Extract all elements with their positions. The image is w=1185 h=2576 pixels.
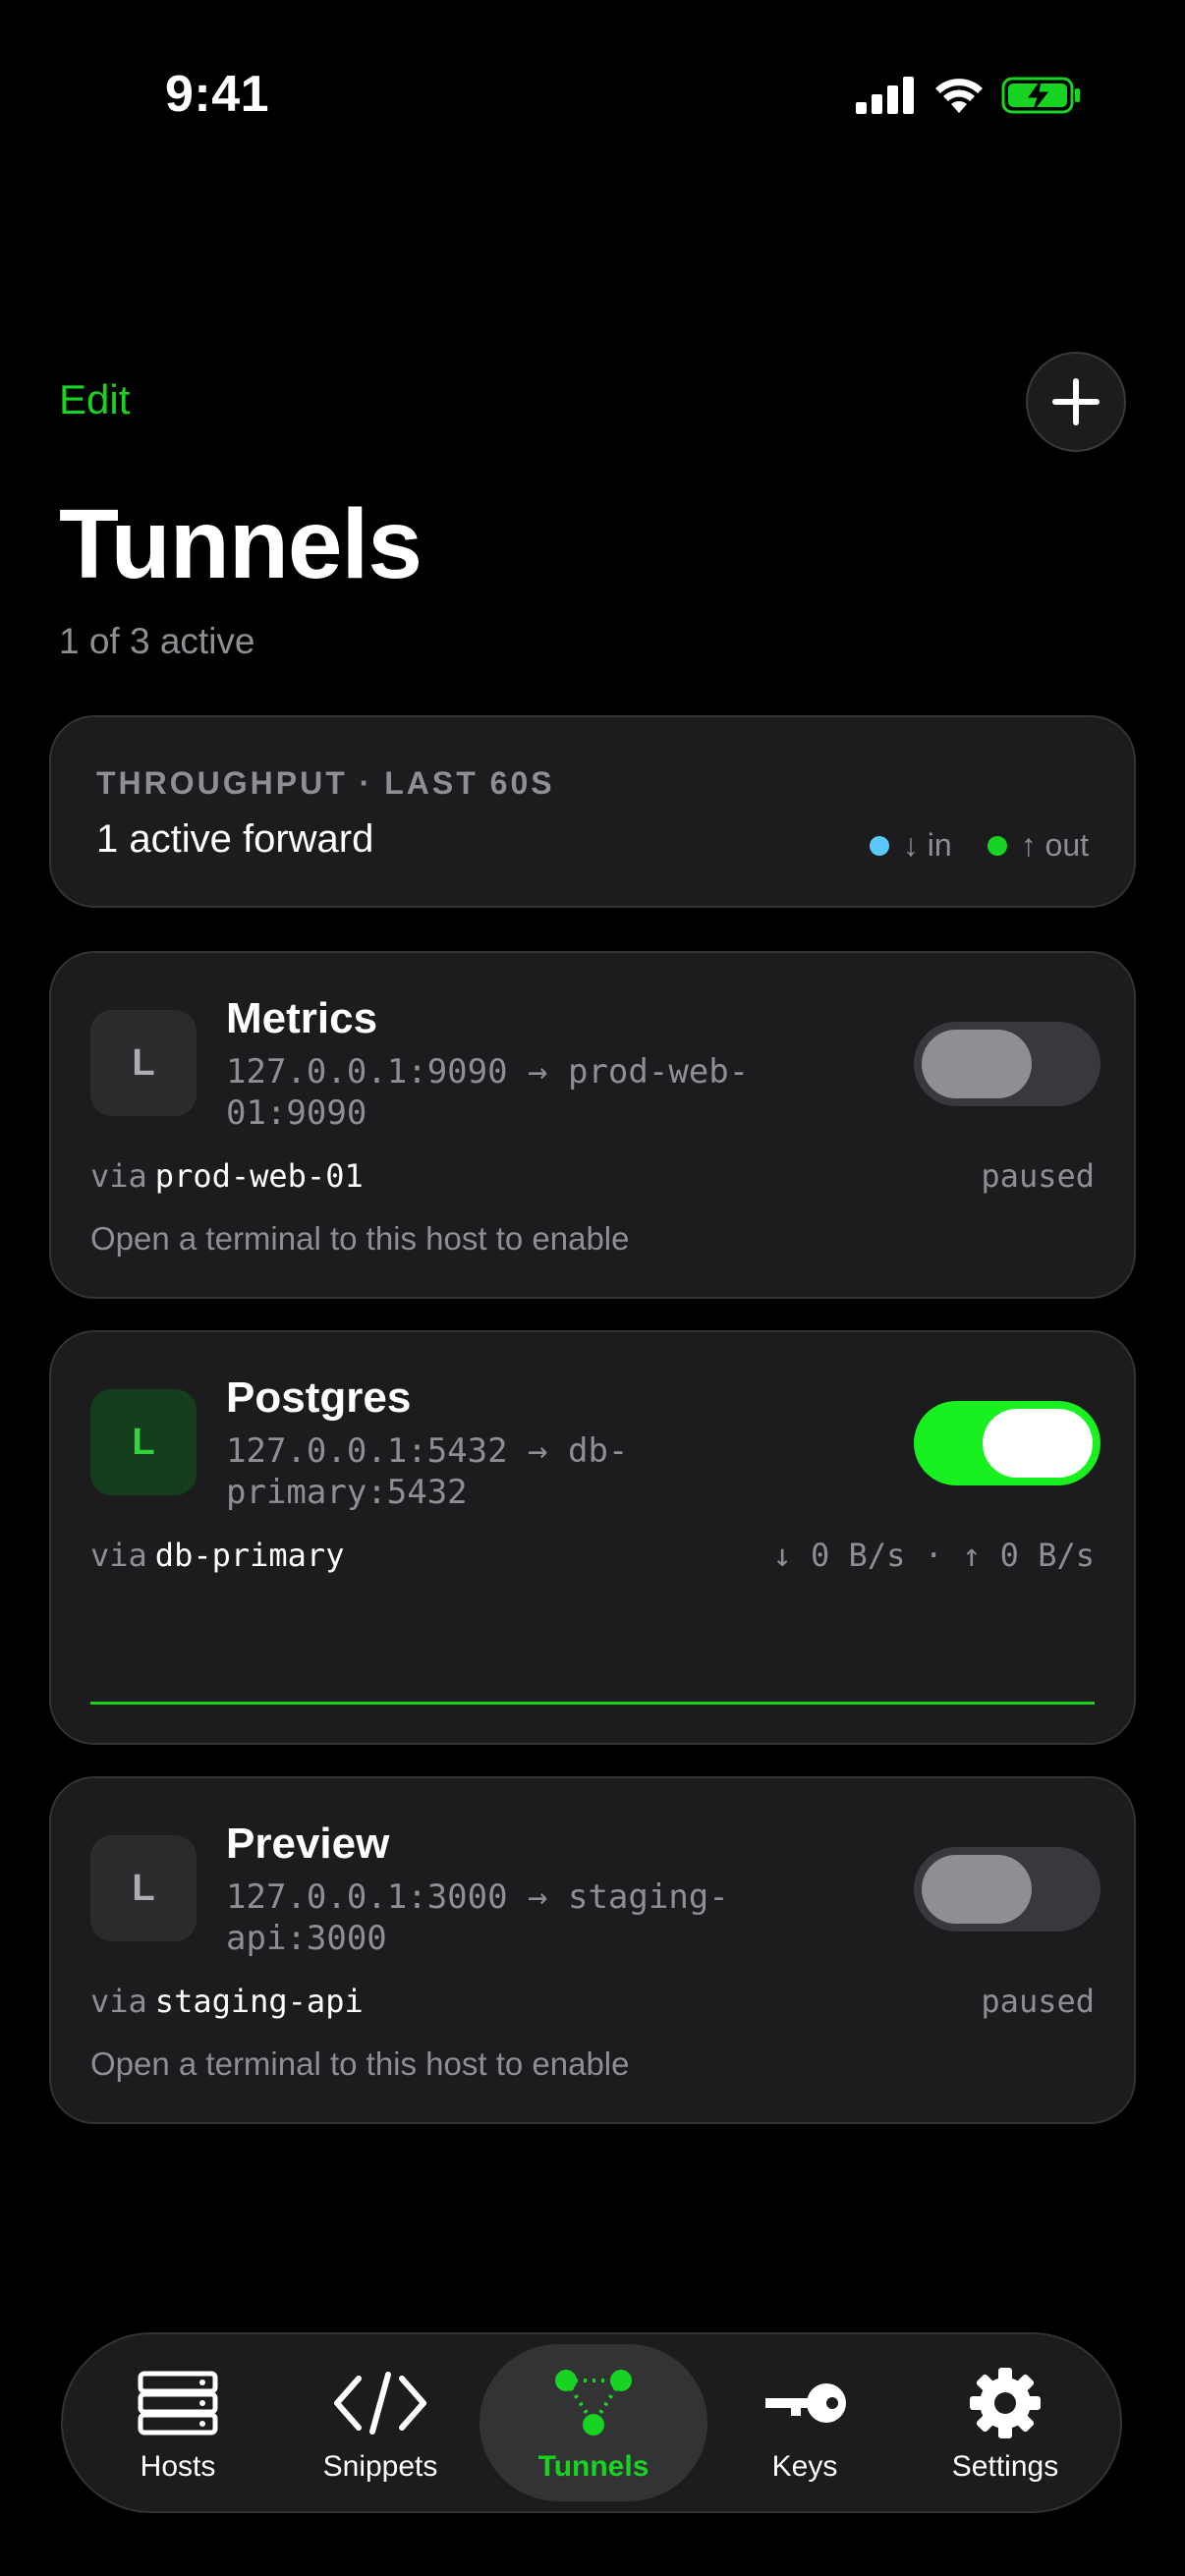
tunnel-card-preview[interactable]: L Preview 127.0.0.1:3000 → staging-api:3… [49,1776,1136,2124]
tab-hosts[interactable]: Hosts [77,2344,279,2501]
cellular-signal-icon [856,77,914,114]
tunnel-network-icon [555,2370,632,2436]
tab-label: Hosts [140,2450,216,2483]
toggle-knob [922,1855,1032,1924]
tunnel-name: Postgres [226,1373,412,1422]
legend-in-dot [869,835,889,856]
tunnel-toggle-metrics[interactable] [914,1022,1100,1106]
tab-label: Snippets [322,2450,438,2483]
gear-icon [970,2368,1041,2438]
tunnel-status: paused [981,1157,1095,1195]
toggle-knob [983,1409,1093,1478]
server-icon [138,2371,218,2436]
legend-in: ↓ in [869,827,952,864]
wifi-icon [935,79,983,113]
tunnel-status: paused [981,1983,1095,2020]
throughput-card: THROUGHPUT · LAST 60S 1 active forward ↓… [49,715,1136,908]
legend-out-dot [987,835,1007,856]
key-icon [765,2383,846,2423]
tab-tunnels[interactable]: Tunnels [480,2344,707,2501]
code-icon [334,2372,426,2435]
tunnel-type-badge: L [90,1835,197,1941]
tunnel-route: 127.0.0.1:9090 → prod-web-01:9090 [226,1052,750,1133]
tunnel-name: Preview [226,1820,390,1868]
throughput-sparkline [90,1702,1095,1705]
tunnel-route: 127.0.0.1:5432 → db-primary:5432 [226,1431,629,1512]
battery-charging-icon [1001,77,1080,114]
page-subtitle: 1 of 3 active [59,621,255,661]
tunnel-via: via prod-web-01 [90,1157,364,1195]
tab-label: Keys [771,2450,838,2483]
status-icons [856,71,1082,120]
via-label: via [90,1537,147,1574]
tunnel-via: via db-primary [90,1537,344,1574]
tab-label: Tunnels [537,2450,649,2483]
via-label: via [90,1983,147,2020]
tunnel-card-postgres[interactable]: L Postgres 127.0.0.1:5432 → db-primary:5… [49,1330,1136,1745]
status-time: 9:41 [165,66,270,123]
tab-snippets[interactable]: Snippets [279,2344,481,2501]
tunnel-via: via staging-api [90,1983,364,2020]
plus-icon [1052,378,1100,425]
throughput-legend: ↓ in ↑ out [869,827,1089,864]
tunnel-throughput: ↓ 0 B/s · ↑ 0 B/s [772,1537,1095,1574]
via-host: db-primary [154,1537,345,1574]
tunnel-hint: Open a terminal to this host to enable [90,2045,630,2082]
via-label: via [90,1157,147,1195]
tunnel-type-badge: L [90,1389,197,1495]
tab-keys[interactable]: Keys [704,2344,906,2501]
tunnel-toggle-preview[interactable] [914,1847,1100,1932]
tunnel-name: Metrics [226,994,378,1042]
tunnel-card-metrics[interactable]: L Metrics 127.0.0.1:9090 → prod-web-01:9… [49,951,1136,1299]
tunnel-toggle-postgres[interactable] [914,1401,1100,1485]
edit-button[interactable]: Edit [59,376,130,423]
tab-bar: Hosts Snippets Tunnels Keys Settings [61,2332,1122,2513]
toggle-knob [922,1030,1032,1098]
via-host: staging-api [154,1983,364,2020]
legend-out: ↑ out [987,827,1089,864]
add-tunnel-button[interactable] [1026,352,1126,452]
via-host: prod-web-01 [154,1157,364,1195]
tunnel-type-badge: L [90,1010,197,1116]
tab-label: Settings [951,2450,1059,2483]
tunnel-route: 127.0.0.1:3000 → staging-api:3000 [226,1877,729,1958]
tunnel-hint: Open a terminal to this host to enable [90,1220,630,1257]
page-title: Tunnels [59,489,423,599]
tab-settings[interactable]: Settings [904,2344,1106,2501]
legend-in-label: ↓ in [902,827,952,863]
active-forward-count: 1 active forward [96,817,374,861]
throughput-label: THROUGHPUT · LAST 60S [96,765,555,801]
legend-out-label: ↑ out [1020,827,1089,863]
